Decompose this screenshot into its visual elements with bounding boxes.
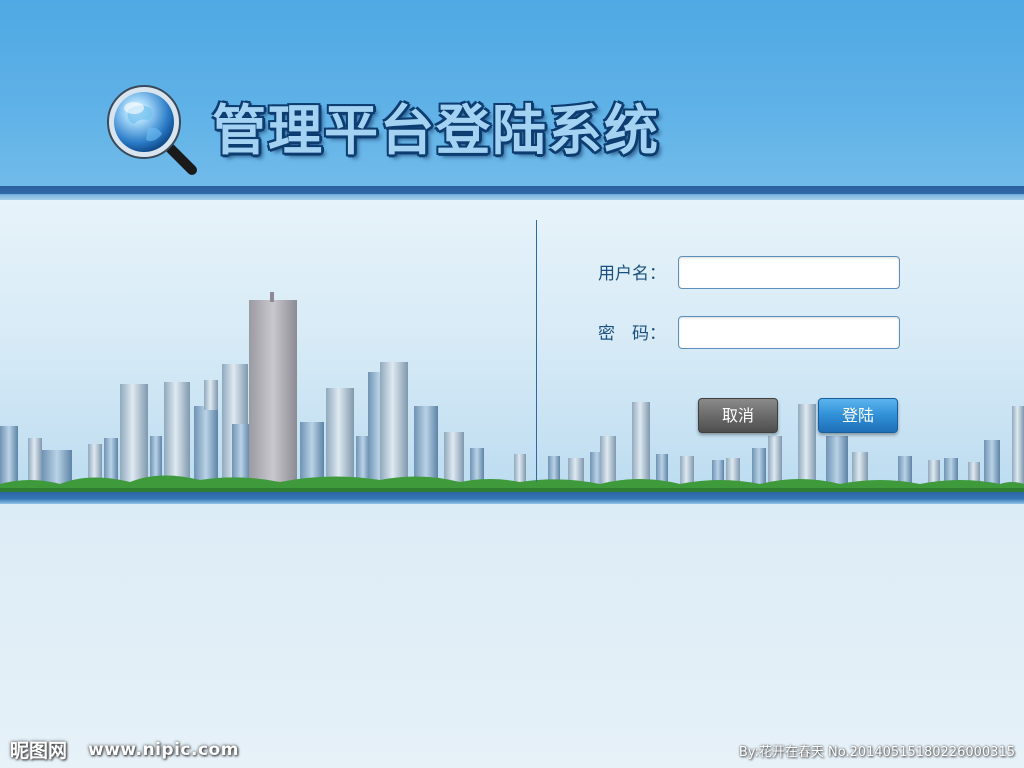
- band-bottom-bar: [0, 492, 1024, 504]
- globe-magnifier-icon: [107, 85, 197, 175]
- page-title: 管理平台登陆系统: [212, 99, 660, 162]
- username-label: 用户名：: [598, 264, 666, 284]
- header-divider-bar: [0, 186, 1024, 200]
- login-button[interactable]: 登陆: [818, 398, 898, 433]
- username-input[interactable]: [678, 256, 900, 289]
- password-label: 密 码：: [598, 324, 666, 344]
- watermark-url: www.nipic.com: [88, 740, 239, 760]
- watermark-logo: 昵图网: [10, 740, 68, 762]
- cancel-button[interactable]: 取消: [698, 398, 778, 433]
- password-input[interactable]: [678, 316, 900, 349]
- watermark-credit: By:花开在春天 No.20140515180226000315: [738, 745, 1015, 760]
- vertical-divider: [536, 220, 537, 482]
